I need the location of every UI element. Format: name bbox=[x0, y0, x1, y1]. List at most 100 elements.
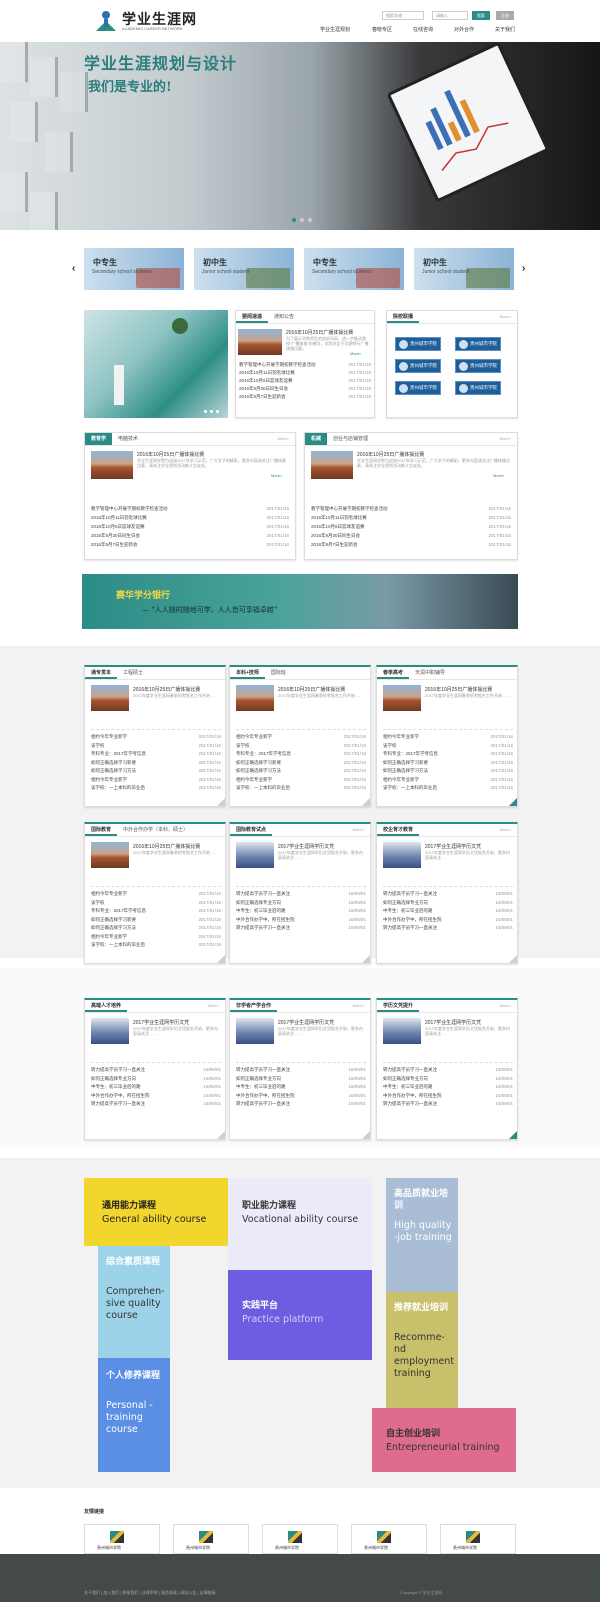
list-item[interactable]: 中专生：初三毕业后的路 16/09/01 bbox=[91, 1083, 221, 1090]
list-item[interactable]: 转力提高学员学习一直关注 16/09/01 bbox=[383, 1100, 513, 1107]
tab-news[interactable]: 要闻速递 bbox=[236, 311, 269, 323]
list-item[interactable]: 教学管理中心开展学期初教学检查活动 2017/01/16 bbox=[311, 505, 511, 512]
list-item[interactable]: 中外合作办学中，所在招生院 16/09/01 bbox=[383, 916, 513, 923]
more-link[interactable]: More» bbox=[500, 1000, 511, 1012]
more-link[interactable]: More» bbox=[278, 433, 289, 445]
nav-item[interactable]: 关于我们 bbox=[495, 26, 515, 33]
feature-title[interactable]: 2016年10月25日广播体操比赛 bbox=[425, 686, 492, 693]
list-item[interactable]: 2016年9月7日生迎新会 2017/01/16 bbox=[239, 393, 371, 400]
list-item[interactable]: 2016年9月7日生迎新会 2017/01/16 bbox=[311, 541, 511, 548]
more-link[interactable]: More» bbox=[208, 1000, 219, 1012]
list-item[interactable]: 转力提高学员学习一直关注 16/09/01 bbox=[91, 1066, 221, 1073]
feature-title[interactable]: 2016年10月25日广播体操比赛 bbox=[286, 329, 353, 336]
list-item[interactable]: 教学管理中心开展学期初教学检查活动 2017/01/16 bbox=[239, 361, 371, 368]
list-item[interactable]: 专科专业：2017年学考信息 2017/01/16 bbox=[236, 750, 366, 757]
list-item[interactable]: 2016年10月6日篮球友谊赛 2017/01/16 bbox=[311, 523, 511, 530]
course-practice[interactable]: 实践平台 Practice platform bbox=[228, 1270, 372, 1360]
nav-item[interactable]: 对外合作 bbox=[454, 26, 474, 33]
slide-dot[interactable] bbox=[210, 410, 213, 413]
slide-dot[interactable] bbox=[292, 218, 296, 222]
list-item[interactable]: 该学校：一上本科的毕业后 2017/01/16 bbox=[91, 941, 221, 948]
course-personal[interactable]: 个人修养课程 Personal -training course bbox=[98, 1358, 170, 1472]
tab[interactable]: 国际班 bbox=[265, 667, 292, 679]
register-button[interactable]: 注册 bbox=[496, 11, 514, 20]
list-item[interactable]: 如何正确选择专业方向 16/09/01 bbox=[383, 899, 513, 906]
more-link[interactable]: More» bbox=[353, 1000, 364, 1012]
slide-dot[interactable] bbox=[204, 410, 207, 413]
list-item[interactable]: 中专生：初三毕业后的路 16/09/01 bbox=[236, 907, 366, 914]
carousel-item[interactable]: 初中生 Junior school student bbox=[414, 248, 514, 290]
list-item[interactable]: 2016年10月11日羽毛球比赛 2017/01/16 bbox=[311, 514, 511, 521]
partner-badge[interactable]: 贵州城市学院 bbox=[395, 337, 441, 351]
more-link[interactable]: More» bbox=[500, 311, 511, 323]
list-item[interactable]: 如何正确选择学习新要 2017/01/16 bbox=[383, 759, 513, 766]
partner-badge[interactable]: 贵州城市学院 bbox=[395, 359, 441, 373]
feature-title[interactable]: 2017学业生涯网学历文凭 bbox=[425, 843, 481, 850]
feature-title[interactable]: 2017学业生涯网学历文凭 bbox=[425, 1019, 481, 1026]
list-item[interactable]: 如何正确选择学习方法 2017/01/16 bbox=[236, 767, 366, 774]
nav-item[interactable]: 春晓专区 bbox=[372, 26, 392, 33]
more-link[interactable]: More» bbox=[271, 473, 282, 478]
list-item[interactable]: 该学校：一上本科的毕业后 2017/01/16 bbox=[236, 784, 366, 791]
list-item[interactable]: 如何正确选择学习方法 2017/01/16 bbox=[91, 767, 221, 774]
tab[interactable]: 电脑技术 bbox=[112, 433, 144, 445]
friend-link[interactable]: 贵州城市学院 bbox=[173, 1524, 249, 1554]
feature-title[interactable]: 2016年10月25日广播体操比赛 bbox=[133, 843, 200, 850]
tab[interactable]: 创业与店铺管理 bbox=[327, 433, 374, 445]
list-item[interactable]: 如何正确选择专业方向 16/09/01 bbox=[236, 899, 366, 906]
list-item[interactable]: 相约今年专业新学 2017/01/16 bbox=[91, 776, 221, 783]
tab[interactable]: 校企育才教育 bbox=[377, 824, 420, 836]
more-link[interactable]: More» bbox=[353, 824, 364, 836]
more-link[interactable]: More» bbox=[493, 473, 504, 478]
list-item[interactable]: 相约今年专业新学 2017/01/16 bbox=[236, 776, 366, 783]
list-item[interactable]: 该学校 2017/01/16 bbox=[91, 899, 221, 906]
list-item[interactable]: 如何正确选择学习新要 2017/01/16 bbox=[91, 759, 221, 766]
carousel-prev-icon[interactable]: ‹ bbox=[72, 263, 75, 274]
tab[interactable]: 通专贯本 bbox=[85, 667, 118, 679]
tab-notice[interactable]: 通知公告 bbox=[268, 311, 300, 323]
nav-item[interactable]: 学业生涯规划 bbox=[320, 26, 350, 33]
course-general[interactable]: 通用能力课程 General ability course bbox=[84, 1178, 228, 1246]
list-item[interactable]: 该学校 2017/01/16 bbox=[383, 742, 513, 749]
slide-dot[interactable] bbox=[216, 410, 219, 413]
list-item[interactable]: 该学校 2017/01/16 bbox=[91, 742, 221, 749]
list-item[interactable]: 专科专业：2017年学考信息 2017/01/16 bbox=[91, 750, 221, 757]
tab[interactable]: 国际教育 bbox=[85, 824, 118, 836]
list-item[interactable]: 2016年10月6日篮球友谊赛 2017/01/16 bbox=[91, 523, 289, 530]
list-item[interactable]: 转力提高学员学习一直关注 16/09/01 bbox=[236, 924, 366, 931]
more-link[interactable]: More» bbox=[500, 433, 511, 445]
partner-badge[interactable]: 贵州城市学院 bbox=[455, 359, 501, 373]
list-item[interactable]: 如何正确选择专业方向 16/09/01 bbox=[91, 1075, 221, 1082]
slide-dot[interactable] bbox=[300, 218, 304, 222]
tab[interactable]: 天润中职辅导 bbox=[409, 667, 451, 679]
list-item[interactable]: 2016年10月11日羽毛球比赛 2017/01/16 bbox=[239, 369, 371, 376]
list-item[interactable]: 如何正确选择专业方向 16/09/01 bbox=[383, 1075, 513, 1082]
feature-title[interactable]: 2016年10月25日广播体操比赛 bbox=[133, 686, 200, 693]
feature-title[interactable]: 2017学业生涯网学历文凭 bbox=[133, 1019, 189, 1026]
search-input[interactable]: 搜索关键 bbox=[382, 11, 424, 20]
nav-item[interactable]: 在线咨询 bbox=[413, 26, 433, 33]
friend-link[interactable]: 贵州城市学院 bbox=[351, 1524, 427, 1554]
more-link[interactable]: More» bbox=[350, 351, 361, 356]
tab[interactable]: 本科+技师 bbox=[230, 667, 265, 679]
footer-links[interactable]: 关于我们 | 加入我们 | 联系我们 | 法律声明 | 服务条款 | 网站公告 … bbox=[84, 1590, 216, 1596]
slide-dot[interactable] bbox=[308, 218, 312, 222]
list-item[interactable]: 相约今年专业新学 2017/01/16 bbox=[91, 933, 221, 940]
list-item[interactable]: 2016年9月30日同生日会 2017/01/16 bbox=[239, 385, 371, 392]
course-vocational[interactable]: 职业能力课程 Vocational ability course bbox=[228, 1178, 372, 1270]
list-item[interactable]: 如何正确选择学习新要 2017/01/16 bbox=[91, 916, 221, 923]
list-item[interactable]: 如何正确选择专业方向 16/09/01 bbox=[236, 1075, 366, 1082]
list-item[interactable]: 该学校：一上本科的毕业后 2017/01/16 bbox=[91, 784, 221, 791]
list-item[interactable]: 如何正确选择学习方法 2017/01/16 bbox=[91, 924, 221, 931]
logo-icon[interactable] bbox=[94, 9, 118, 32]
list-item[interactable]: 中外合作办学中，所在招生院 16/09/01 bbox=[383, 1092, 513, 1099]
list-item[interactable]: 转力提高学员学习一直关注 16/09/01 bbox=[383, 890, 513, 897]
list-item[interactable]: 2016年10月6日篮球友谊赛 2017/01/16 bbox=[239, 377, 371, 384]
list-item[interactable]: 转力提高学员学习一直关注 16/09/01 bbox=[236, 890, 366, 897]
carousel-item[interactable]: 中专生 Secondary school students bbox=[304, 248, 404, 290]
list-item[interactable]: 转力提高学员学习一直关注 16/09/01 bbox=[91, 1100, 221, 1107]
tab[interactable]: 非学者产学合作 bbox=[230, 1000, 278, 1012]
list-item[interactable]: 该学校：一上本科的毕业后 2017/01/16 bbox=[383, 784, 513, 791]
list-item[interactable]: 中专生：初三毕业后的路 16/09/01 bbox=[383, 907, 513, 914]
list-item[interactable]: 转力提高学员学习一直关注 16/09/01 bbox=[383, 1066, 513, 1073]
